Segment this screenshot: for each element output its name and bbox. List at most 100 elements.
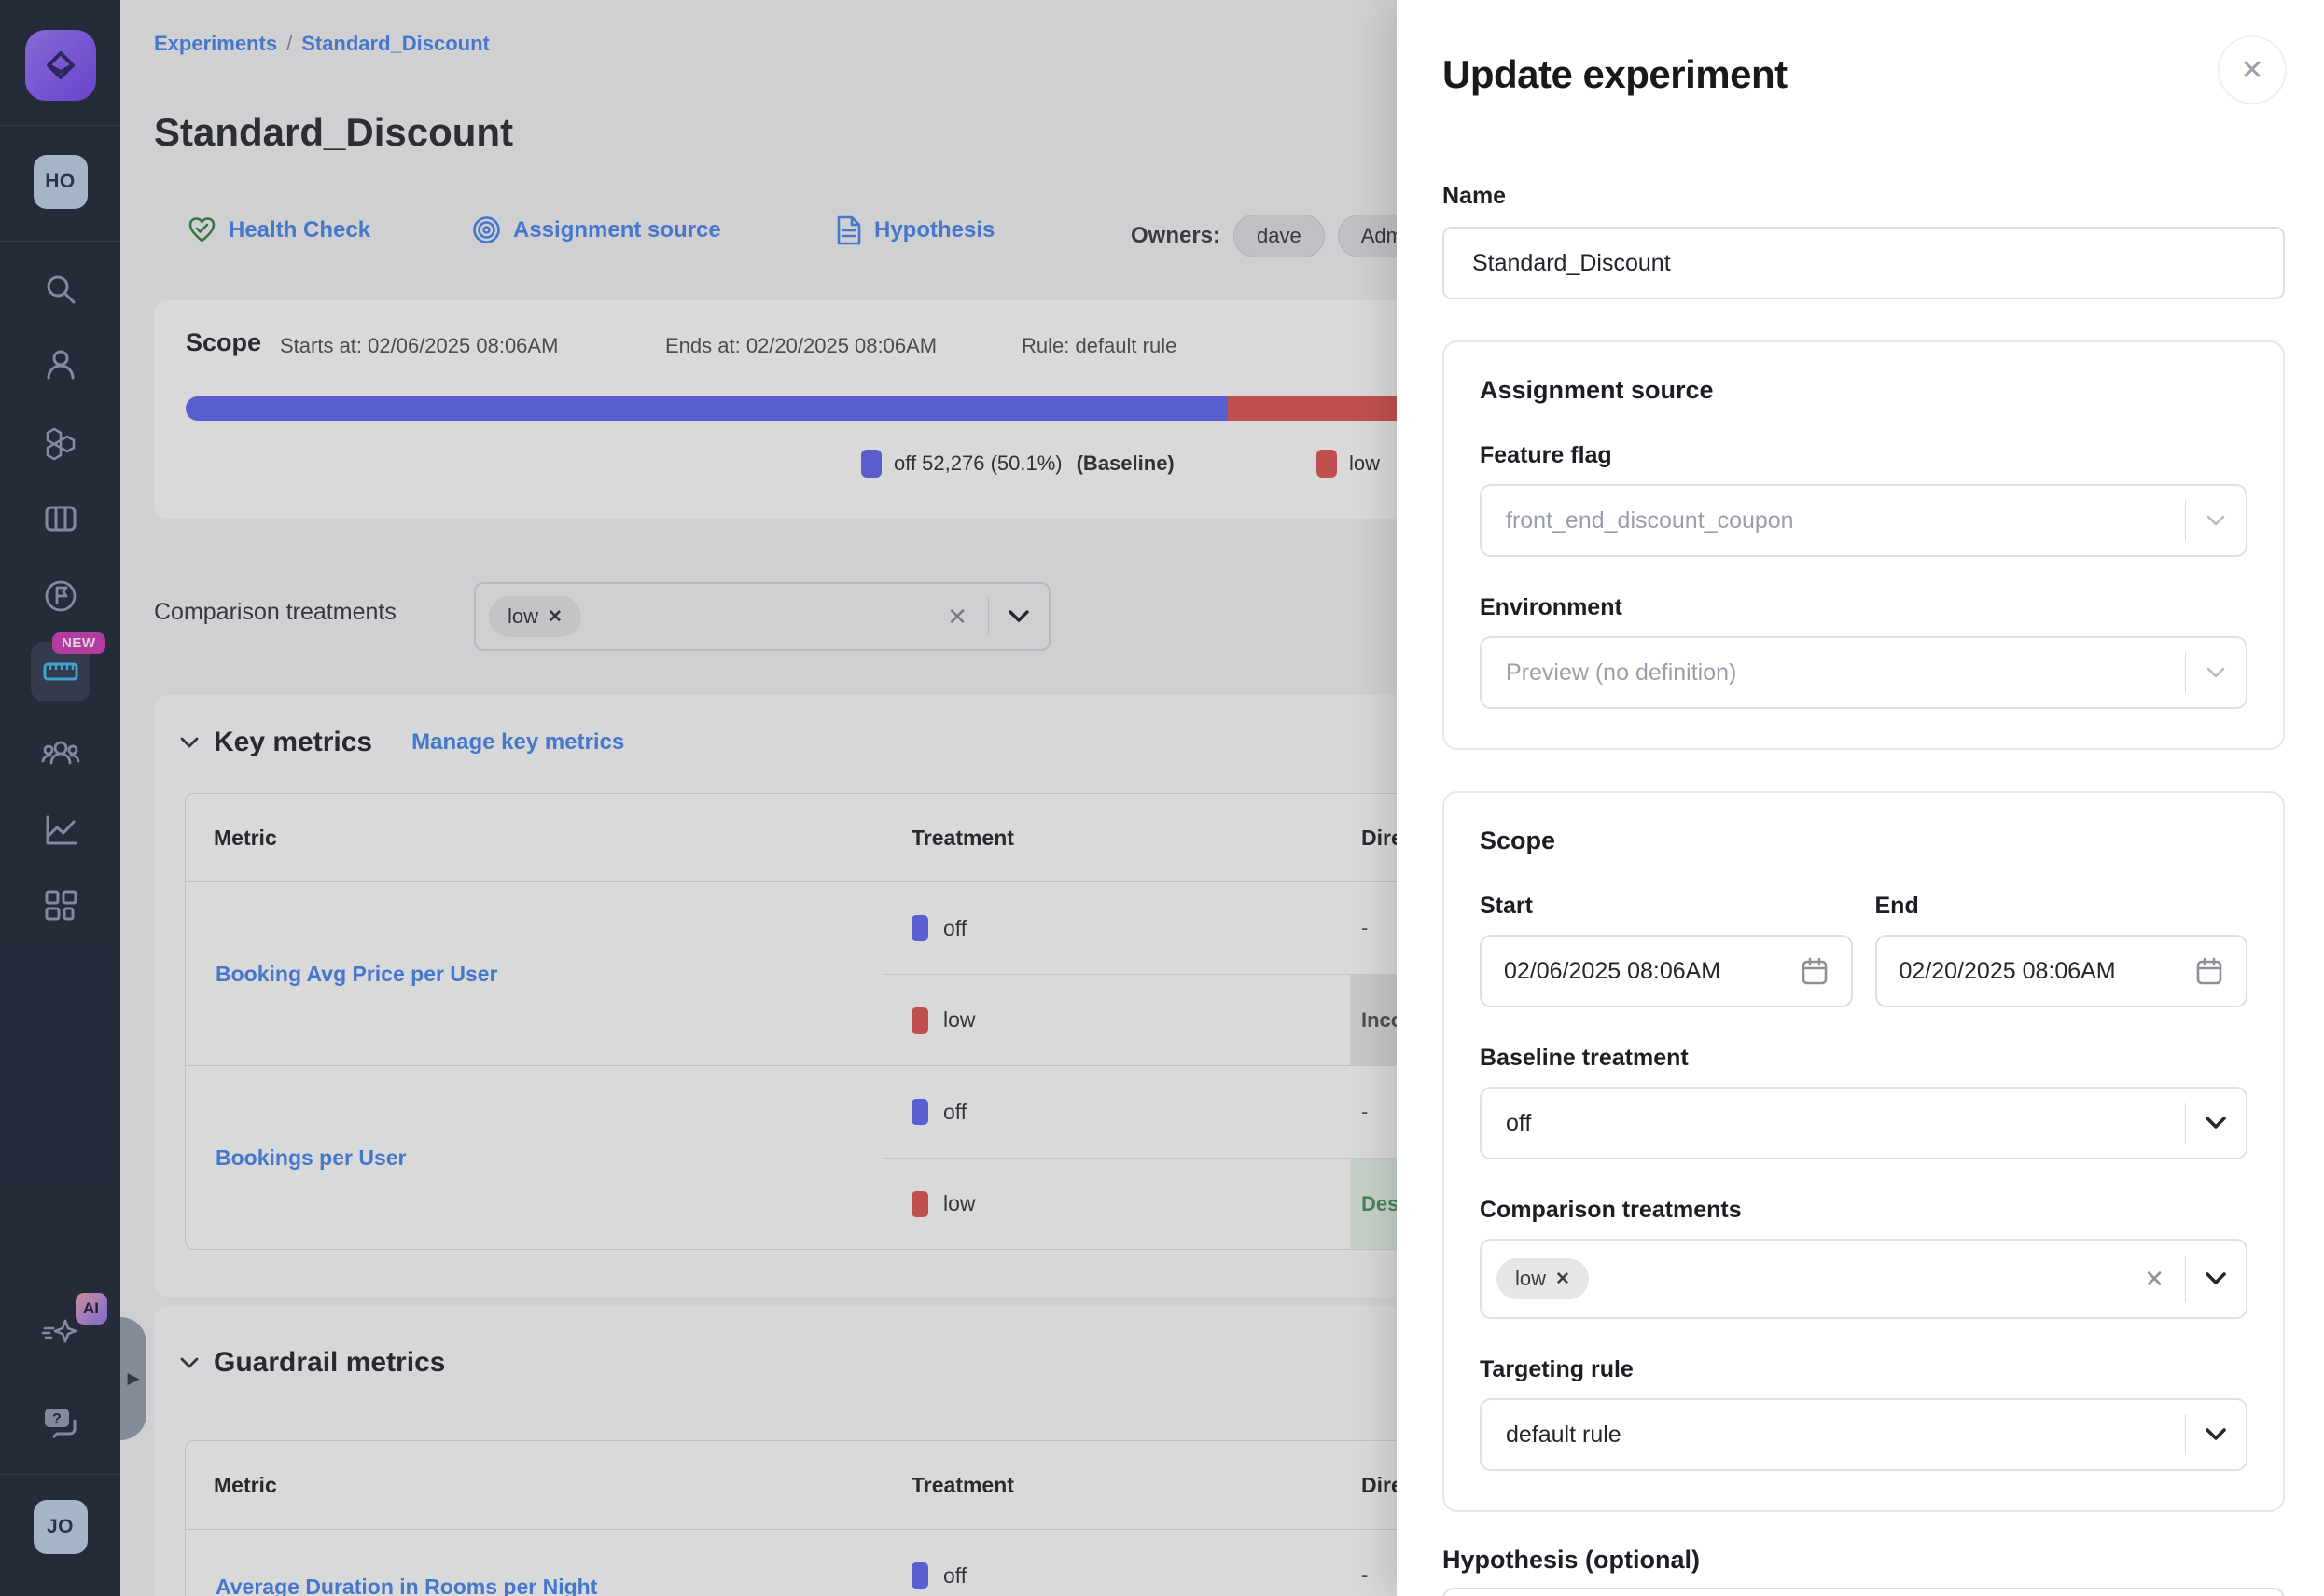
audiences-icon[interactable] (31, 724, 90, 784)
feature-flag-label: Feature flag (1480, 442, 2247, 469)
user-avatar[interactable]: JO (34, 1500, 88, 1554)
handle-arrow-icon: ▶ (127, 1369, 139, 1388)
baseline-treatment-select[interactable]: off (1480, 1087, 2247, 1159)
metric-link[interactable]: Bookings per User (216, 1145, 407, 1171)
target-icon (471, 215, 502, 245)
chevron-down-icon[interactable] (2186, 1428, 2246, 1441)
metric-link[interactable]: Average Duration in Rooms per Night (216, 1575, 597, 1596)
calendar-icon (1801, 956, 1829, 986)
breadcrumb: Experiments/Standard_Discount (154, 32, 490, 56)
start-label: Start (1480, 893, 1853, 920)
manage-key-metrics-link[interactable]: Manage key metrics (411, 729, 624, 756)
treatment-chip-low[interactable]: low✕ (1496, 1258, 1589, 1299)
comparison-treatments-label: Comparison treatments (1480, 1197, 2247, 1224)
legend-item-low: low (1316, 450, 1380, 478)
scope-heading: Scope (1480, 826, 2247, 855)
scope-title: Scope (186, 328, 261, 357)
assignment-source-link[interactable]: Assignment source (471, 215, 721, 245)
environment-select[interactable]: Preview (no definition) (1480, 636, 2247, 709)
treatment-swatch-low (912, 1191, 928, 1217)
sidebar-divider (0, 241, 120, 242)
segments-icon[interactable] (31, 413, 90, 473)
chevron-down-icon[interactable] (2186, 1117, 2246, 1130)
treatment-swatch-off (912, 915, 928, 941)
start-date-input[interactable]: 02/06/2025 08:06AM (1480, 935, 1853, 1007)
clear-selection-icon[interactable]: ✕ (926, 603, 988, 631)
close-icon[interactable]: ✕ (2218, 35, 2287, 104)
calendar-icon (2195, 956, 2223, 986)
drawer-title: Update experiment (1442, 52, 2285, 97)
search-icon[interactable] (31, 259, 90, 319)
ai-badge: AI (76, 1293, 107, 1325)
app-logo-icon[interactable] (25, 30, 96, 101)
treatment-chip-low[interactable]: low✕ (489, 596, 581, 637)
chevron-down-icon[interactable] (989, 610, 1049, 623)
legend-item-off: off 52,276 (50.1%) (Baseline) (861, 450, 1175, 478)
chevron-down-icon (2186, 667, 2246, 678)
allocation-segment-off (186, 396, 1228, 421)
new-badge: NEW (52, 632, 105, 654)
document-icon (835, 215, 863, 246)
collapse-chevron-icon[interactable] (180, 737, 199, 749)
targeting-rule-select[interactable]: default rule (1480, 1398, 2247, 1471)
feature-flag-select[interactable]: front_end_discount_coupon (1480, 484, 2247, 557)
owners-label: Owners: (1131, 223, 1220, 249)
health-heart-icon (187, 215, 217, 245)
chevron-down-icon[interactable] (2186, 1272, 2246, 1285)
scope-rule: Rule: default rule (1022, 334, 1176, 358)
experiments-nav-active[interactable]: NEW (31, 642, 90, 701)
key-metrics-title: Key metrics (214, 727, 372, 758)
scope-starts-at: Starts at: 02/06/2025 08:06AM (280, 334, 558, 358)
metric-link[interactable]: Booking Avg Price per User (216, 962, 498, 987)
metrics-chart-icon[interactable] (31, 800, 90, 860)
owners: Owners: dave Admin (1131, 215, 1442, 257)
targeting-rule-label: Targeting rule (1480, 1356, 2247, 1383)
page-title: Standard_Discount (154, 110, 513, 155)
scope-card: Scope Start 02/06/2025 08:06AM End 02/20… (1442, 791, 2285, 1512)
treatment-swatch-off (912, 1099, 928, 1125)
treatment-swatch-low (912, 1007, 928, 1034)
hypothesis-link[interactable]: Hypothesis (835, 215, 995, 246)
collapse-chevron-icon[interactable] (180, 1357, 199, 1369)
comparison-treatments-select[interactable]: low✕ ✕ (1480, 1239, 2247, 1319)
chip-remove-icon[interactable]: ✕ (1555, 1269, 1570, 1290)
app-window: HO NEW (0, 0, 2324, 1596)
name-label: Name (1442, 183, 2285, 210)
baseline-treatment-label: Baseline treatment (1480, 1045, 2247, 1072)
svg-text:?: ? (52, 1411, 62, 1427)
chip-remove-icon[interactable]: ✕ (548, 606, 563, 628)
feature-flags-icon[interactable] (31, 566, 90, 626)
scope-ends-at: Ends at: 02/20/2025 08:06AM (665, 334, 937, 358)
treatment-swatch-off (912, 1562, 928, 1589)
ai-assistant-icon[interactable]: AI (31, 1304, 90, 1364)
sidebar-expand-handle[interactable]: ▶ (120, 1317, 146, 1440)
help-chat-icon[interactable]: ? (31, 1394, 90, 1453)
workspace-avatar[interactable]: HO (34, 155, 88, 209)
breadcrumb-current[interactable]: Standard_Discount (301, 32, 490, 55)
breadcrumb-separator: / (277, 32, 301, 55)
dashboards-icon[interactable] (31, 875, 90, 935)
health-check-link[interactable]: Health Check (187, 215, 370, 245)
environment-label: Environment (1480, 594, 2247, 621)
chevron-down-icon (2186, 515, 2246, 526)
breadcrumb-experiments[interactable]: Experiments (154, 32, 277, 55)
legend-swatch-low (1316, 450, 1337, 478)
clear-selection-icon[interactable]: ✕ (2123, 1265, 2185, 1294)
hypothesis-heading: Hypothesis (optional) (1442, 1546, 2285, 1575)
end-date-input[interactable]: 02/20/2025 08:06AM (1875, 935, 2248, 1007)
hypothesis-textarea[interactable] (1442, 1588, 2285, 1596)
sidebar: HO NEW (0, 0, 120, 1596)
owner-chip[interactable]: dave (1233, 215, 1325, 257)
assignment-source-heading: Assignment source (1480, 376, 2247, 405)
name-input[interactable] (1442, 227, 2285, 299)
sidebar-divider (0, 1474, 120, 1475)
sidebar-divider (0, 125, 120, 126)
columns-icon[interactable] (31, 489, 90, 548)
legend-swatch-off (861, 450, 882, 478)
comparison-treatments-label: Comparison treatments (154, 599, 397, 626)
end-label: End (1875, 893, 2248, 920)
guardrail-metrics-title: Guardrail metrics (214, 1347, 445, 1379)
comparison-treatments-select[interactable]: low✕ ✕ (474, 582, 1051, 651)
update-experiment-drawer: ✕ Update experiment Name Assignment sour… (1397, 0, 2324, 1596)
user-icon[interactable] (31, 335, 90, 395)
